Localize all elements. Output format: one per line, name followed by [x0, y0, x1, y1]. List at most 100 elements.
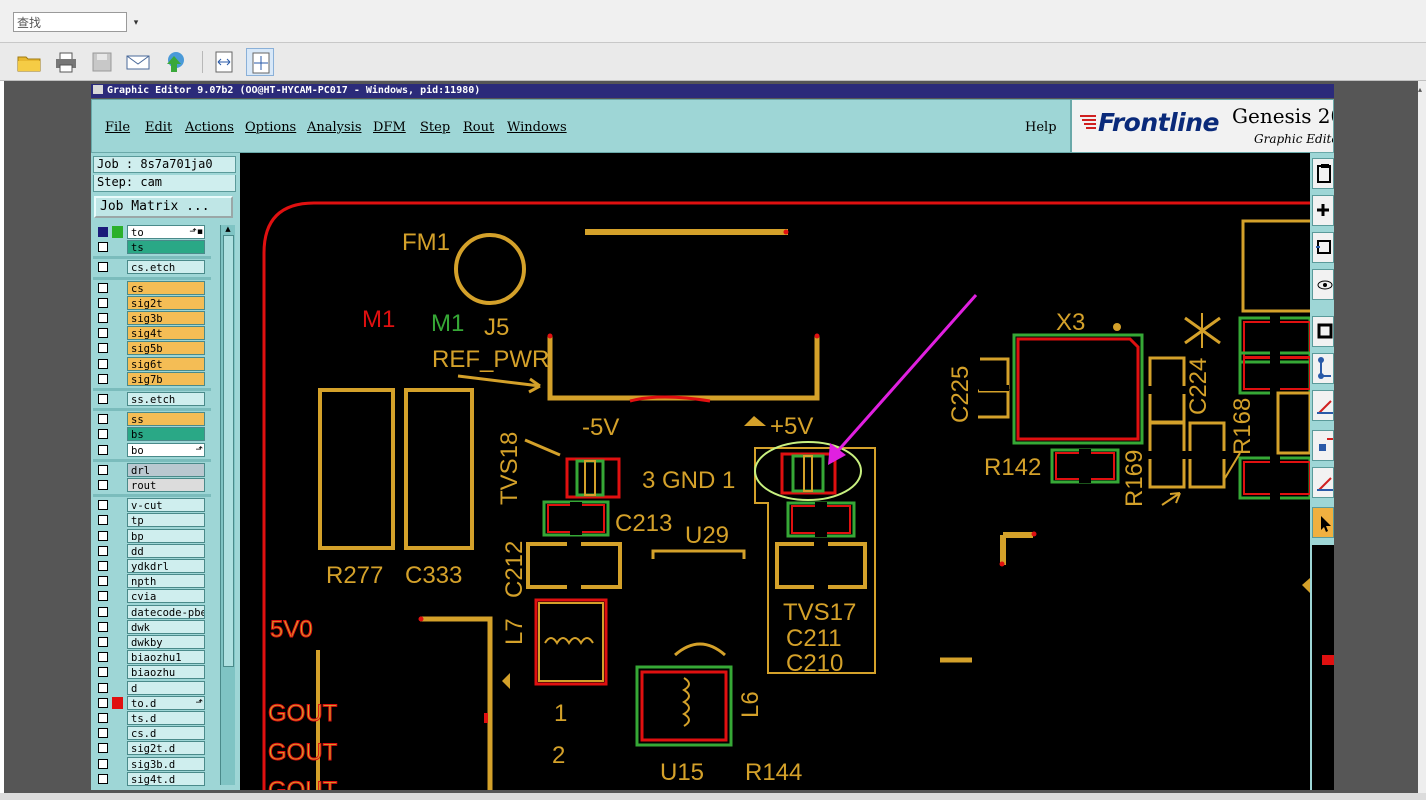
- search-input[interactable]: 查找: [13, 12, 127, 32]
- job-matrix-button[interactable]: Job Matrix ...: [94, 196, 233, 218]
- layer-row[interactable]: dwk: [93, 619, 211, 634]
- menu-rout[interactable]: Rout: [463, 120, 494, 135]
- layer-row[interactable]: dd: [93, 543, 211, 558]
- layer-row[interactable]: sig6t: [93, 356, 211, 371]
- layer-name[interactable]: sig4t.d: [127, 771, 205, 786]
- layer-name[interactable]: bo: [127, 442, 205, 457]
- menu-edit[interactable]: Edit: [145, 120, 172, 135]
- layer-checkbox[interactable]: [98, 343, 108, 354]
- layer-checkbox[interactable]: [98, 358, 108, 369]
- layer-checkbox[interactable]: [98, 728, 108, 739]
- scrollbar-thumb[interactable]: [223, 235, 234, 667]
- layer-name[interactable]: sig3b.d: [127, 756, 205, 771]
- layer-checkbox[interactable]: [98, 591, 108, 602]
- layer-name[interactable]: biaozhu1: [127, 650, 205, 665]
- angle-icon[interactable]: [1312, 467, 1334, 498]
- layer-checkbox[interactable]: [98, 328, 108, 339]
- layer-checkbox[interactable]: [98, 713, 108, 723]
- layer-row[interactable]: sig2t: [93, 295, 211, 310]
- layer-checkbox[interactable]: [98, 561, 108, 571]
- layer-name[interactable]: datecode-pbe: [127, 604, 205, 619]
- layer-row[interactable]: drl: [93, 462, 211, 477]
- layer-name[interactable]: sig2t: [127, 295, 205, 310]
- layer-row[interactable]: npth: [93, 574, 211, 589]
- layer-row[interactable]: rout: [93, 478, 211, 492]
- layer-checkbox[interactable]: [98, 697, 108, 708]
- upload-icon[interactable]: [160, 48, 188, 76]
- layer-name[interactable]: sig2t.d: [127, 741, 205, 756]
- layer-name[interactable]: cvia: [127, 589, 205, 604]
- layer-name[interactable]: sig6t: [127, 356, 205, 371]
- layer-row[interactable]: biaozhu: [93, 665, 211, 680]
- layer-name[interactable]: dd: [127, 543, 205, 558]
- route-icon[interactable]: [1312, 353, 1334, 384]
- layer-checkbox[interactable]: [98, 282, 108, 293]
- layer-checkbox[interactable]: [98, 682, 108, 693]
- layer-checkbox[interactable]: [98, 637, 108, 647]
- layer-name[interactable]: ydkdrl: [127, 559, 205, 573]
- layer-row[interactable]: to ⬏▪: [93, 225, 211, 239]
- layer-row[interactable]: sig4t: [93, 326, 211, 341]
- layer-row[interactable]: bs: [93, 427, 211, 442]
- layer-row[interactable]: sig3b: [93, 311, 211, 325]
- layer-row[interactable]: ts.d: [93, 711, 211, 725]
- layer-checkbox[interactable]: [98, 743, 108, 754]
- layer-row[interactable]: ss: [93, 412, 211, 427]
- select-icon[interactable]: [1312, 316, 1334, 347]
- measure-icon[interactable]: [1312, 390, 1334, 421]
- layer-row[interactable]: cs.etch: [93, 260, 211, 275]
- layer-name[interactable]: sig5b: [127, 341, 205, 356]
- layer-checkbox[interactable]: [98, 297, 108, 308]
- layer-checkbox[interactable]: [98, 576, 108, 587]
- layer-row[interactable]: dwkby: [93, 635, 211, 649]
- layer-checkbox[interactable]: [98, 773, 108, 784]
- layer-checkbox[interactable]: [98, 621, 108, 632]
- menu-analysis[interactable]: Analysis: [307, 120, 362, 135]
- layer-checkbox[interactable]: [98, 515, 108, 526]
- layer-name[interactable]: biaozhu: [127, 665, 205, 680]
- layer-name[interactable]: ts: [127, 240, 205, 255]
- menu-step[interactable]: Step: [420, 120, 450, 135]
- menu-windows[interactable]: Windows: [507, 120, 567, 135]
- layer-name[interactable]: ss: [127, 412, 205, 427]
- layer-row[interactable]: ts: [93, 240, 211, 255]
- layer-row[interactable]: to.d ⬏: [93, 695, 211, 710]
- layer-name[interactable]: drl: [127, 462, 205, 477]
- menu-actions[interactable]: Actions: [185, 120, 234, 135]
- layer-checkbox[interactable]: [98, 530, 108, 541]
- email-icon[interactable]: [124, 48, 152, 76]
- menu-dfm[interactable]: DFM: [373, 120, 406, 135]
- layer-row[interactable]: sig2t.d: [93, 741, 211, 756]
- layer-name[interactable]: cs.etch: [127, 260, 205, 275]
- fit-width-icon[interactable]: [210, 48, 238, 76]
- layer-row[interactable]: cs: [93, 280, 211, 295]
- open-folder-icon[interactable]: [15, 48, 43, 76]
- layer-name[interactable]: npth: [127, 574, 205, 589]
- layer-row[interactable]: bp: [93, 528, 211, 543]
- layer-row[interactable]: datecode-pbe: [93, 604, 211, 619]
- layer-checkbox[interactable]: [98, 667, 108, 678]
- scroll-up-icon[interactable]: ▴: [1418, 85, 1426, 105]
- layer-name[interactable]: cs.d: [127, 726, 205, 741]
- menu-options[interactable]: Options: [245, 120, 296, 135]
- layer-name[interactable]: v-cut: [127, 498, 205, 513]
- layer-name[interactable]: cs: [127, 280, 205, 295]
- layer-checkbox[interactable]: [98, 758, 108, 769]
- pointer-icon[interactable]: [1312, 507, 1334, 538]
- layer-name[interactable]: sig7b: [127, 371, 205, 386]
- layer-row[interactable]: sig4t.d: [93, 771, 211, 786]
- fit-page-icon[interactable]: [246, 48, 274, 76]
- layer-checkbox[interactable]: [98, 262, 108, 273]
- layer-row[interactable]: sig3b.d: [93, 756, 211, 771]
- layer-row[interactable]: sig7b: [93, 371, 211, 386]
- layer-row[interactable]: bo ⬏: [93, 442, 211, 457]
- layer-row[interactable]: v-cut: [93, 498, 211, 513]
- layer-checkbox[interactable]: [98, 606, 108, 617]
- search-dropdown-icon[interactable]: ▾: [129, 14, 143, 32]
- layer-checkbox[interactable]: [98, 394, 108, 404]
- move-icon[interactable]: [1312, 195, 1334, 226]
- layer-row[interactable]: cs.d: [93, 726, 211, 741]
- layer-row[interactable]: sig5b: [93, 341, 211, 356]
- scroll-up-arrow-icon[interactable]: ▲: [223, 225, 233, 234]
- layer-name[interactable]: ts.d: [127, 711, 205, 725]
